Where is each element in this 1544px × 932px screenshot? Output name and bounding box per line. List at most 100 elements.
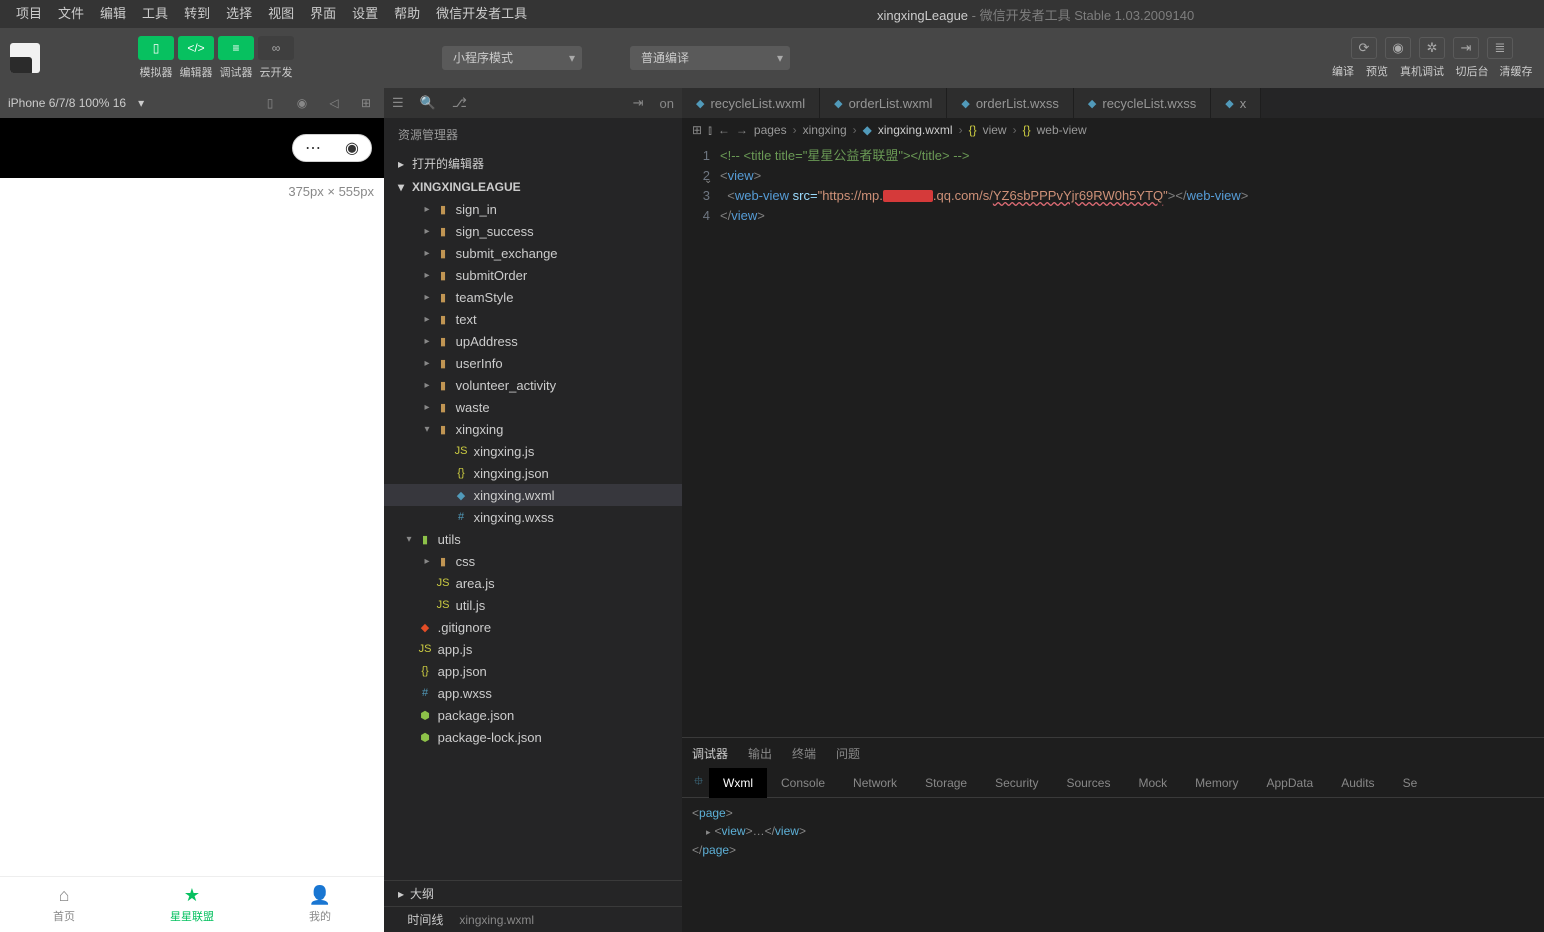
tab-recycleList.wxss[interactable]: ◆recycleList.wxss xyxy=(1074,88,1211,118)
branch-icon[interactable]: ⎇ xyxy=(452,95,467,111)
breadcrumb-xingxing[interactable]: xingxing xyxy=(803,123,847,137)
breadcrumb-back-icon[interactable]: ⊞ xyxy=(692,123,702,137)
tab-recycleList.wxml[interactable]: ◆recycleList.wxml xyxy=(682,88,820,118)
editor-toggle[interactable]: </> xyxy=(178,36,214,60)
tree-upAddress[interactable]: ▸▮ upAddress xyxy=(384,330,682,352)
wxml-tab[interactable]: Wxml xyxy=(709,768,767,798)
tree-utils[interactable]: ▾▮ utils xyxy=(384,528,682,550)
security-tab[interactable]: Security xyxy=(981,768,1052,798)
breadcrumb-file[interactable]: xingxing.wxml xyxy=(878,123,953,137)
breadcrumb-right-icon[interactable]: → xyxy=(736,123,748,137)
menu-微信开发者工具[interactable]: 微信开发者工具 xyxy=(428,0,535,28)
tabbar-league[interactable]: ★ 星星联盟 xyxy=(128,877,256,932)
menu-项目[interactable]: 项目 xyxy=(8,0,50,28)
user-avatar[interactable] xyxy=(10,43,40,73)
appdata-tab[interactable]: AppData xyxy=(1253,768,1328,798)
element-selector-icon[interactable]: ⯐ xyxy=(688,772,709,793)
tree-app.js[interactable]: JS app.js xyxy=(384,638,682,660)
wxml-inspector[interactable]: <page> ▸<view>…</view> </page> xyxy=(682,798,1544,932)
tree-xingxing.wxss[interactable]: # xingxing.wxss xyxy=(384,506,682,528)
tree-xingxing.wxml[interactable]: ◆ xingxing.wxml xyxy=(384,484,682,506)
storage-tab[interactable]: Storage xyxy=(911,768,981,798)
menu-编辑[interactable]: 编辑 xyxy=(92,0,134,28)
indent-icon[interactable]: ⇥ xyxy=(633,95,644,111)
tree-package.json[interactable]: ⬢ package.json xyxy=(384,704,682,726)
list-icon[interactable]: ☰ xyxy=(392,95,404,111)
preview-button[interactable]: ◉ xyxy=(1385,37,1411,59)
rotate-icon[interactable]: ⊞ xyxy=(356,96,376,110)
terminal-tab[interactable]: 终端 xyxy=(792,745,816,762)
clear-cache-button[interactable]: ≣ xyxy=(1487,37,1513,59)
tab-orderList.wxss[interactable]: ◆orderList.wxss xyxy=(947,88,1074,118)
mute-icon[interactable]: ◁ xyxy=(324,96,344,110)
device-selector[interactable]: iPhone 6/7/8 100% 16 xyxy=(8,96,126,110)
record-icon[interactable]: ◉ xyxy=(292,96,312,110)
menu-选择[interactable]: 选择 xyxy=(218,0,260,28)
tab-orderList.wxml[interactable]: ◆orderList.wxml xyxy=(820,88,947,118)
tree-util.js[interactable]: JS util.js xyxy=(384,594,682,616)
tree-submitOrder[interactable]: ▸▮ submitOrder xyxy=(384,264,682,286)
code-editor[interactable]: 1234 <!-- <title title="星星公益者联盟"></title… xyxy=(682,142,1544,737)
tree-xingxing.json[interactable]: {} xingxing.json xyxy=(384,462,682,484)
menu-转到[interactable]: 转到 xyxy=(176,0,218,28)
tree-css[interactable]: ▸▮ css xyxy=(384,550,682,572)
menu-视图[interactable]: 视图 xyxy=(260,0,302,28)
background-button[interactable]: ⇥ xyxy=(1453,37,1479,59)
capsule-menu-icon[interactable]: ⋯ xyxy=(305,138,321,158)
menu-帮助[interactable]: 帮助 xyxy=(386,0,428,28)
menu-设置[interactable]: 设置 xyxy=(344,0,386,28)
audits-tab[interactable]: Audits xyxy=(1327,768,1388,798)
timeline-section[interactable]: 时间线xingxing.wxml xyxy=(384,906,682,932)
tree-text[interactable]: ▸▮ text xyxy=(384,308,682,330)
tree-.gitignore[interactable]: ◆ .gitignore xyxy=(384,616,682,638)
project-root[interactable]: ▾XINGXINGLEAGUE xyxy=(384,176,682,198)
device-dropdown-icon[interactable]: ▾ xyxy=(138,96,144,110)
network-tab[interactable]: Network xyxy=(839,768,911,798)
tree-userInfo[interactable]: ▸▮ userInfo xyxy=(384,352,682,374)
outline-section[interactable]: ▸大纲 xyxy=(384,880,682,906)
compile-mode-dropdown[interactable]: 普通编译 xyxy=(630,46,790,70)
cloud-dev-toggle[interactable]: ∞ xyxy=(258,36,294,60)
menu-文件[interactable]: 文件 xyxy=(50,0,92,28)
compile-button[interactable]: ⟳ xyxy=(1351,37,1377,59)
tree-app.json[interactable]: {} app.json xyxy=(384,660,682,682)
breadcrumb-pages[interactable]: pages xyxy=(754,123,787,137)
sources-tab[interactable]: Sources xyxy=(1052,768,1124,798)
tree-volunteer_activity[interactable]: ▸▮ volunteer_activity xyxy=(384,374,682,396)
mock-tab[interactable]: Mock xyxy=(1124,768,1181,798)
device-icon[interactable]: ▯ xyxy=(260,96,280,110)
menu-界面[interactable]: 界面 xyxy=(302,0,344,28)
sensor-tab[interactable]: Se xyxy=(1389,768,1432,798)
memory-tab[interactable]: Memory xyxy=(1181,768,1252,798)
tree-area.js[interactable]: JS area.js xyxy=(384,572,682,594)
tree-xingxing[interactable]: ▾▮ xingxing xyxy=(384,418,682,440)
capsule-button[interactable]: ⋯ ◉ xyxy=(292,134,372,162)
tabbar-home[interactable]: ⌂ 首页 xyxy=(0,877,128,932)
console-tab[interactable]: Console xyxy=(767,768,839,798)
breadcrumb-bookmark-icon[interactable]: ⫾ xyxy=(708,123,712,138)
simulator-toggle[interactable]: ▯ xyxy=(138,36,174,60)
problems-tab[interactable]: 问题 xyxy=(836,745,860,762)
program-mode-dropdown[interactable]: 小程序模式 xyxy=(442,46,582,70)
simulator-viewport[interactable] xyxy=(0,205,384,876)
menu-工具[interactable]: 工具 xyxy=(134,0,176,28)
code-content[interactable]: <!-- <title title="星星公益者联盟"></title> -->… xyxy=(720,146,1544,737)
tree-teamStyle[interactable]: ▸▮ teamStyle xyxy=(384,286,682,308)
tree-app.wxss[interactable]: # app.wxss xyxy=(384,682,682,704)
capsule-close-icon[interactable]: ◉ xyxy=(345,138,359,158)
tree-submit_exchange[interactable]: ▸▮ submit_exchange xyxy=(384,242,682,264)
debugger-toggle[interactable]: ≡ xyxy=(218,36,254,60)
breadcrumb-left-icon[interactable]: ← xyxy=(718,123,730,137)
output-tab[interactable]: 输出 xyxy=(748,745,772,762)
debugger-tab[interactable]: 调试器 xyxy=(692,745,728,762)
tree-sign_success[interactable]: ▸▮ sign_success xyxy=(384,220,682,242)
search-icon[interactable]: 🔍 xyxy=(420,95,436,111)
tree-sign_in[interactable]: ▸▮ sign_in xyxy=(384,198,682,220)
tabbar-mine[interactable]: 👤 我的 xyxy=(256,877,384,932)
tree-xingxing.js[interactable]: JS xingxing.js xyxy=(384,440,682,462)
tab-x[interactable]: ◆x xyxy=(1211,88,1261,118)
remote-debug-button[interactable]: ✲ xyxy=(1419,37,1445,59)
tree-package-lock.json[interactable]: ⬢ package-lock.json xyxy=(384,726,682,748)
breadcrumb-webview[interactable]: web-view xyxy=(1037,123,1087,137)
tree-waste[interactable]: ▸▮ waste xyxy=(384,396,682,418)
